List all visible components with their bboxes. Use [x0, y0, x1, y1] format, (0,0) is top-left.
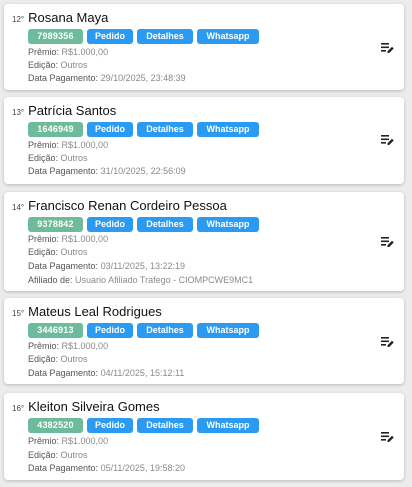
edicao-value: Outros: [60, 247, 88, 257]
whatsapp-button[interactable]: Whatsapp: [197, 323, 259, 338]
premio-value: R$1.000,00: [61, 140, 109, 150]
card-header: 13° Patrícia Santos: [12, 103, 116, 118]
winner-name: Kleiton Silveira Gomes: [28, 399, 160, 414]
winner-card: 16° Kleiton Silveira Gomes 4382520 Pedid…: [4, 393, 404, 480]
premio-label: Prêmio:: [28, 140, 60, 150]
afiliado-value: Usuario Afiliado Trafego - CIOMPCWE9MC1: [75, 275, 254, 285]
data-pagamento-value: 03/11/2025, 13:22:19: [100, 261, 185, 271]
card-actions: 9378842 Pedido Detalhes Whatsapp: [28, 217, 259, 232]
edicao-line: Edição: Outros: [28, 354, 88, 364]
data-pagamento-line: Data Pagamento: 05/11/2025, 19:58:20: [28, 463, 185, 473]
premio-value: R$1.000,00: [61, 234, 109, 244]
card-actions: 4382520 Pedido Detalhes Whatsapp: [28, 418, 259, 433]
edicao-line: Edição: Outros: [28, 450, 88, 460]
edit-note-icon[interactable]: [381, 336, 394, 348]
afiliado-label: Afiliado de:: [28, 275, 73, 285]
winner-card: 12° Rosana Maya 7989356 Pedido Detalhes …: [4, 4, 404, 90]
premio-line: Prêmio: R$1.000,00: [28, 47, 108, 57]
card-header: 12° Rosana Maya: [12, 10, 108, 25]
edicao-label: Edição:: [28, 450, 59, 460]
winner-name: Rosana Maya: [28, 10, 109, 25]
rank-label: 13°: [12, 108, 25, 117]
edicao-line: Edição: Outros: [28, 247, 88, 257]
edicao-label: Edição:: [28, 354, 59, 364]
pedido-button[interactable]: Pedido: [87, 29, 133, 44]
card-actions: 7989356 Pedido Detalhes Whatsapp: [28, 29, 259, 44]
ticket-id-badge[interactable]: 7989356: [28, 29, 83, 44]
edicao-label: Edição:: [28, 60, 59, 70]
winner-name: Francisco Renan Cordeiro Pessoa: [28, 198, 227, 213]
data-pagamento-value: 05/11/2025, 19:58:20: [100, 463, 185, 473]
edicao-value: Outros: [60, 450, 88, 460]
pedido-button[interactable]: Pedido: [87, 418, 133, 433]
premio-value: R$1.000,00: [61, 436, 109, 446]
edit-note-icon[interactable]: [381, 431, 394, 443]
whatsapp-button[interactable]: Whatsapp: [197, 122, 259, 137]
data-pagamento-label: Data Pagamento:: [28, 261, 99, 271]
data-pagamento-label: Data Pagamento:: [28, 463, 99, 473]
card-header: 15° Mateus Leal Rodrigues: [12, 304, 162, 319]
pedido-button[interactable]: Pedido: [87, 122, 133, 137]
edicao-label: Edição:: [28, 153, 59, 163]
edicao-line: Edição: Outros: [28, 60, 88, 70]
detalhes-button[interactable]: Detalhes: [137, 29, 193, 44]
whatsapp-button[interactable]: Whatsapp: [197, 29, 259, 44]
premio-line: Prêmio: R$1.000,00: [28, 341, 108, 351]
card-actions: 3446913 Pedido Detalhes Whatsapp: [28, 323, 259, 338]
data-pagamento-label: Data Pagamento:: [28, 73, 99, 83]
edit-note-icon[interactable]: [381, 236, 394, 248]
data-pagamento-line: Data Pagamento: 04/11/2025, 15:12:11: [28, 368, 184, 378]
edicao-value: Outros: [60, 60, 88, 70]
premio-value: R$1.000,00: [61, 47, 109, 57]
whatsapp-button[interactable]: Whatsapp: [197, 418, 259, 433]
rank-label: 16°: [12, 404, 25, 413]
rank-label: 12°: [12, 15, 25, 24]
data-pagamento-label: Data Pagamento:: [28, 368, 99, 378]
detalhes-button[interactable]: Detalhes: [137, 217, 193, 232]
detalhes-button[interactable]: Detalhes: [137, 418, 193, 433]
data-pagamento-label: Data Pagamento:: [28, 166, 99, 176]
ticket-id-badge[interactable]: 4382520: [28, 418, 83, 433]
premio-label: Prêmio:: [28, 436, 60, 446]
rank-label: 14°: [12, 203, 25, 212]
premio-value: R$1.000,00: [61, 341, 109, 351]
winner-card: 13° Patrícia Santos 1646949 Pedido Detal…: [4, 97, 404, 184]
rank-label: 15°: [12, 309, 25, 318]
winner-name: Mateus Leal Rodrigues: [28, 304, 162, 319]
edicao-value: Outros: [60, 354, 88, 364]
premio-label: Prêmio:: [28, 234, 60, 244]
card-actions: 1646949 Pedido Detalhes Whatsapp: [28, 122, 259, 137]
ticket-id-badge[interactable]: 3446913: [28, 323, 83, 338]
premio-line: Prêmio: R$1.000,00: [28, 140, 108, 150]
ticket-id-badge[interactable]: 9378842: [28, 217, 83, 232]
data-pagamento-value: 31/10/2025, 22:56:09: [100, 166, 186, 176]
edicao-value: Outros: [60, 153, 88, 163]
data-pagamento-line: Data Pagamento: 29/10/2025, 23:48:39: [28, 73, 186, 83]
pedido-button[interactable]: Pedido: [87, 323, 133, 338]
data-pagamento-line: Data Pagamento: 31/10/2025, 22:56:09: [28, 166, 186, 176]
detalhes-button[interactable]: Detalhes: [137, 323, 193, 338]
edit-note-icon[interactable]: [381, 42, 394, 54]
premio-label: Prêmio:: [28, 47, 60, 57]
afiliado-line: Afiliado de: Usuario Afiliado Trafego - …: [28, 275, 253, 285]
premio-label: Prêmio:: [28, 341, 60, 351]
whatsapp-button[interactable]: Whatsapp: [197, 217, 259, 232]
premio-line: Prêmio: R$1.000,00: [28, 436, 108, 446]
card-header: 14° Francisco Renan Cordeiro Pessoa: [12, 198, 227, 213]
data-pagamento-value: 04/11/2025, 15:12:11: [100, 368, 185, 378]
ticket-id-badge[interactable]: 1646949: [28, 122, 83, 137]
winner-card: 14° Francisco Renan Cordeiro Pessoa 9378…: [4, 192, 404, 291]
pedido-button[interactable]: Pedido: [87, 217, 133, 232]
card-header: 16° Kleiton Silveira Gomes: [12, 399, 160, 414]
detalhes-button[interactable]: Detalhes: [137, 122, 193, 137]
winner-card: 15° Mateus Leal Rodrigues 3446913 Pedido…: [4, 298, 404, 384]
winner-name: Patrícia Santos: [28, 103, 117, 118]
edicao-line: Edição: Outros: [28, 153, 88, 163]
data-pagamento-line: Data Pagamento: 03/11/2025, 13:22:19: [28, 261, 185, 271]
premio-line: Prêmio: R$1.000,00: [28, 234, 108, 244]
edicao-label: Edição:: [28, 247, 59, 257]
data-pagamento-value: 29/10/2025, 23:48:39: [100, 73, 186, 83]
edit-note-icon[interactable]: [381, 134, 394, 146]
